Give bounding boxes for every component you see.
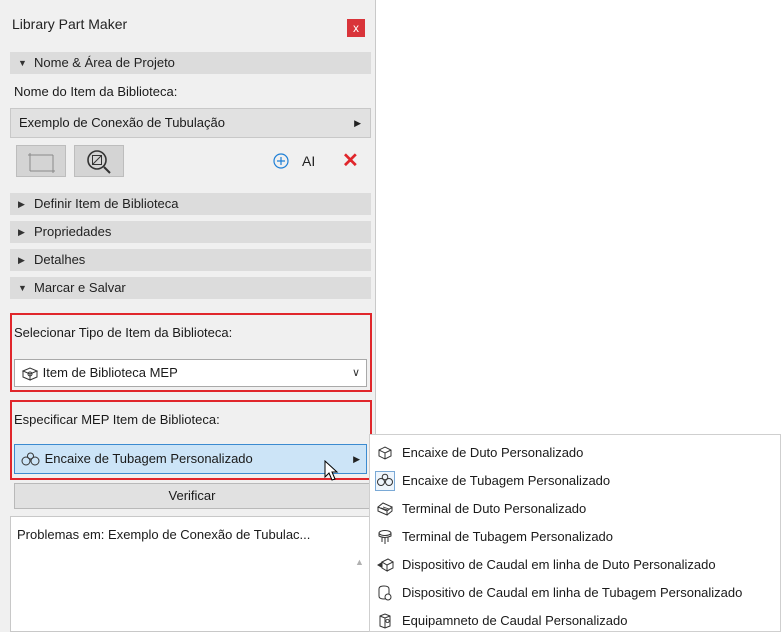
menu-item-pipe-fitting[interactable]: Encaixe de Tubagem Personalizado [372,467,780,494]
pipe-inline-flow-icon [378,585,392,601]
pipe-terminal-icon [378,530,392,544]
section-label: Definir Item de Biblioteca [34,196,179,211]
section-detalhes[interactable]: ▶ Detalhes [10,249,371,271]
item-name-dropdown[interactable]: Exemplo de Conexão de Tubulação ▶ [10,108,371,138]
menu-item-label: Terminal de Tubagem Personalizado [402,529,614,544]
menu-item-label: Dispositivo de Caudal em linha de Tubage… [402,585,743,600]
library-type-value: Item de Biblioteca MEP [42,365,178,380]
verify-button[interactable]: Verificar [14,483,370,509]
menu-item-label: Dispositivo de Caudal em linha de Duto P… [402,557,716,572]
zoom-to-selection-button[interactable] [74,145,124,177]
menu-item-label: Terminal de Duto Personalizado [402,501,587,516]
close-button[interactable]: x [347,19,365,37]
library-type-label: Selecionar Tipo de Item da Biblioteca: [14,325,233,340]
duct-inline-flow-icon [377,558,394,572]
rename-icon[interactable]: AI [302,153,315,169]
library-type-select[interactable]: Item de Biblioteca MEP ∨ [14,359,367,387]
menu-item-duct-inline-flow[interactable]: Dispositivo de Caudal em linha de Duto P… [372,551,780,578]
chevron-right-icon: ▶ [353,454,360,464]
title-bar: Library Part Maker x [0,0,375,46]
section-label: Propriedades [34,224,112,239]
add-icon[interactable] [272,152,290,170]
mouse-cursor-icon [324,460,339,481]
problem-item: Problemas em: Exemplo de Conexão de Tubu… [17,527,311,542]
problems-list: Problemas em: Exemplo de Conexão de Tubu… [10,516,371,632]
item-name-value: Exemplo de Conexão de Tubulação [19,115,225,130]
chevron-right-icon: ▶ [18,199,25,209]
mep-item-submenu: Encaixe de Duto Personalizado Encaixe de… [369,434,781,632]
section-label: Nome & Área de Projeto [34,55,175,70]
crop-icon [28,153,55,173]
menu-item-label: Encaixe de Duto Personalizado [402,445,584,460]
chevron-down-icon: ∨ [351,367,360,379]
section-propriedades[interactable]: ▶ Propriedades [10,221,371,243]
chevron-right-icon: ▶ [354,118,361,128]
flow-equipment-icon [379,613,391,629]
mep-item-selector[interactable]: Encaixe de Tubagem Personalizado ▶ [14,444,367,474]
menu-item-duct-fitting[interactable]: Encaixe de Duto Personalizado [372,439,780,466]
magnifier-icon [87,150,111,174]
mep-item-value: Encaixe de Tubagem Personalizado [44,451,253,466]
library-part-maker-panel: Library Part Maker x ▼ Nome & Área de Pro… [0,0,376,632]
chevron-right-icon: ▶ [18,227,25,237]
section-label: Marcar e Salvar [34,280,126,295]
mep-library-icon [21,367,39,381]
menu-item-label: Encaixe de Tubagem Personalizado [402,473,611,488]
section-definir-item[interactable]: ▶ Definir Item de Biblioteca [10,193,371,215]
window-title: Library Part Maker [12,16,128,32]
menu-item-pipe-terminal[interactable]: Terminal de Tubagem Personalizado [372,523,780,550]
section-nome-area[interactable]: ▼ Nome & Área de Projeto [10,52,371,74]
scroll-up-icon[interactable]: ▲ [355,557,364,567]
section-label: Detalhes [34,252,86,267]
duct-fitting-icon [378,446,392,460]
menu-item-pipe-inline-flow[interactable]: Dispositivo de Caudal em linha de Tubage… [372,579,780,606]
delete-icon[interactable]: ✕ [342,148,359,173]
chevron-down-icon: ▼ [18,58,27,68]
menu-item-duct-terminal[interactable]: Terminal de Duto Personalizado [372,495,780,522]
close-icon: x [353,21,359,35]
item-name-label: Nome do Item da Biblioteca: [14,84,178,99]
menu-item-flow-equipment[interactable]: Equipamneto de Caudal Personalizado [372,607,780,634]
duct-terminal-icon [377,502,393,516]
pipe-fitting-icon [21,452,40,466]
chevron-right-icon: ▶ [18,255,25,265]
pipe-fitting-icon [375,471,395,491]
chevron-down-icon: ▼ [18,283,27,293]
crop-tool-button[interactable] [16,145,66,177]
menu-item-label: Equipamneto de Caudal Personalizado [402,613,628,628]
mep-item-label: Especificar MEP Item de Biblioteca: [14,412,220,427]
section-marcar-salvar[interactable]: ▼ Marcar e Salvar [10,277,371,299]
